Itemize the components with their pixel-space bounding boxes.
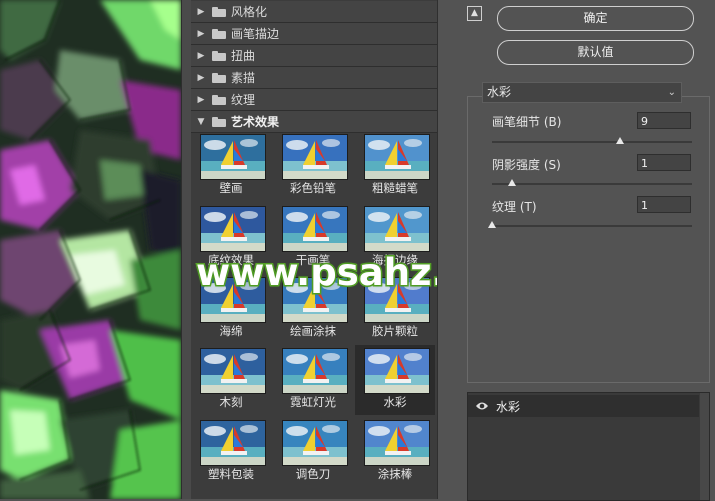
filter-thumb[interactable]: 调色刀 (273, 417, 353, 487)
filter-preview-image (200, 134, 266, 180)
filter-thumb[interactable]: 干画笔 (273, 203, 353, 273)
filter-preview-image (282, 420, 348, 466)
folder-icon (212, 72, 226, 83)
filter-thumb-label: 海绵 (219, 324, 243, 338)
category-sketch[interactable]: ▶ 素描 (191, 67, 437, 89)
filter-thumb-label: 霓虹灯光 (290, 395, 336, 409)
category-stylize[interactable]: ▶ 风格化 (191, 1, 437, 23)
slider-thumb[interactable] (488, 221, 496, 228)
filter-thumb[interactable]: 壁画 (191, 131, 271, 201)
filter-thumb[interactable]: 塑料包装 (191, 417, 271, 487)
filter-thumb-label: 水彩 (383, 395, 407, 409)
ok-button[interactable]: 确定 (497, 6, 694, 31)
filter-preview-image (282, 206, 348, 252)
category-label: 风格化 (231, 5, 268, 19)
param-brush-detail-slider[interactable] (492, 141, 692, 143)
param-shadow-intensity-slider[interactable] (492, 183, 692, 185)
filter-thumb-label: 干画笔 (295, 253, 331, 267)
param-brush-detail-input[interactable]: 9 (637, 112, 691, 129)
triangle-right-icon: ▶ (197, 50, 205, 61)
folder-icon (212, 6, 226, 17)
filter-preview-image (364, 206, 430, 252)
default-button[interactable]: 默认值 (497, 40, 694, 65)
filter-select[interactable]: 水彩 ⌄ (482, 82, 682, 103)
filter-preview-image (282, 277, 348, 323)
filter-thumb[interactable]: 彩色铅笔 (273, 131, 353, 201)
preview-canvas[interactable] (0, 0, 181, 499)
filter-thumb[interactable]: 木刻 (191, 345, 271, 415)
filter-preview-image (364, 348, 430, 394)
filter-preview-image (200, 206, 266, 252)
category-label: 纹理 (231, 93, 256, 107)
filter-thumb[interactable]: 绘画涂抹 (273, 274, 353, 344)
triangle-right-icon: ▶ (197, 94, 205, 105)
filter-preview-image (364, 134, 430, 180)
filter-thumb[interactable]: 涂抹棒 (355, 417, 435, 487)
filter-thumb[interactable]: 粗糙蜡笔 (355, 131, 435, 201)
filter-preview-image (282, 348, 348, 394)
filter-preview-image (364, 277, 430, 323)
preview-image (0, 0, 181, 499)
slider-thumb[interactable] (508, 179, 516, 186)
filter-thumb-label: 海报边缘 (372, 253, 418, 267)
filter-select-value: 水彩 (487, 85, 512, 99)
filter-thumb[interactable]: 底纹效果 (191, 203, 271, 273)
category-distort[interactable]: ▶ 扭曲 (191, 45, 437, 67)
filter-thumb-label: 底纹效果 (208, 253, 254, 267)
filter-thumb[interactable]: 海绵 (191, 274, 271, 344)
triangle-right-icon: ▶ (197, 6, 205, 17)
category-label: 扭曲 (231, 49, 256, 63)
effect-layer-name: 水彩 (496, 400, 521, 414)
filter-thumb[interactable]: 水彩 (355, 345, 435, 415)
category-label: 素描 (231, 71, 256, 85)
filter-gallery-list: ▶ 风格化 ▶ 画笔描边 ▶ 扭曲 ▶ 素描 ▶ 纹理 ▼ 艺术效果 壁画 彩色铅… (191, 0, 437, 499)
folder-icon (212, 94, 226, 105)
param-brush-detail-label: 画笔细节 (B) (492, 115, 562, 129)
filter-thumb-label: 绘画涂抹 (290, 324, 336, 338)
param-texture-slider[interactable] (492, 225, 692, 227)
triangle-down-icon: ▼ (197, 116, 205, 127)
param-texture-input[interactable]: 1 (637, 196, 691, 213)
filter-thumb-label: 彩色铅笔 (290, 181, 336, 195)
filter-thumbnails: 壁画 彩色铅笔 粗糙蜡笔底纹效果 干画笔 海报边缘海绵 绘画涂抹 胶片颗粒木刻 霓虹灯光 水彩塑… (191, 131, 437, 499)
param-shadow-intensity-label: 阴影强度 (S) (492, 158, 561, 172)
category-label: 画笔描边 (231, 27, 280, 41)
filter-thumb-label: 塑料包装 (208, 467, 254, 481)
slider-thumb[interactable] (616, 137, 624, 144)
filter-preview-image (200, 348, 266, 394)
folder-icon (212, 28, 226, 39)
category-artistic[interactable]: ▼ 艺术效果 (191, 111, 437, 133)
param-texture-label: 纹理 (T) (492, 200, 537, 214)
category-texture[interactable]: ▶ 纹理 (191, 89, 437, 111)
filter-thumb-label: 木刻 (219, 395, 243, 409)
chevron-down-icon: ⌄ (667, 87, 676, 98)
category-brush-strokes[interactable]: ▶ 画笔描边 (191, 23, 437, 45)
filter-preview-image (200, 277, 266, 323)
layers-scrollbar[interactable] (700, 393, 709, 500)
collapse-icon[interactable]: ▲ (467, 6, 482, 21)
folder-icon (212, 50, 226, 61)
filter-settings-group (467, 96, 710, 383)
filter-thumb[interactable]: 海报边缘 (355, 203, 435, 273)
filter-preview-image (364, 420, 430, 466)
folder-icon (212, 116, 226, 127)
filter-thumb[interactable]: 霓虹灯光 (273, 345, 353, 415)
triangle-right-icon: ▶ (197, 28, 205, 39)
effect-layer-row[interactable]: 水彩 (468, 395, 699, 417)
param-shadow-intensity-input[interactable]: 1 (637, 154, 691, 171)
effect-layers-panel: 水彩 (467, 392, 710, 501)
triangle-right-icon: ▶ (197, 72, 205, 83)
filter-thumb-label: 粗糙蜡笔 (372, 181, 418, 195)
filter-thumb-label: 调色刀 (295, 467, 331, 481)
filter-thumb-label: 壁画 (219, 181, 243, 195)
eye-icon[interactable] (475, 400, 489, 412)
filter-thumb[interactable]: 胶片颗粒 (355, 274, 435, 344)
category-label: 艺术效果 (231, 115, 280, 129)
filter-preview-image (200, 420, 266, 466)
filter-preview-image (282, 134, 348, 180)
filter-thumb-label: 胶片颗粒 (372, 324, 418, 338)
filter-thumb-label: 涂抹棒 (377, 467, 413, 481)
